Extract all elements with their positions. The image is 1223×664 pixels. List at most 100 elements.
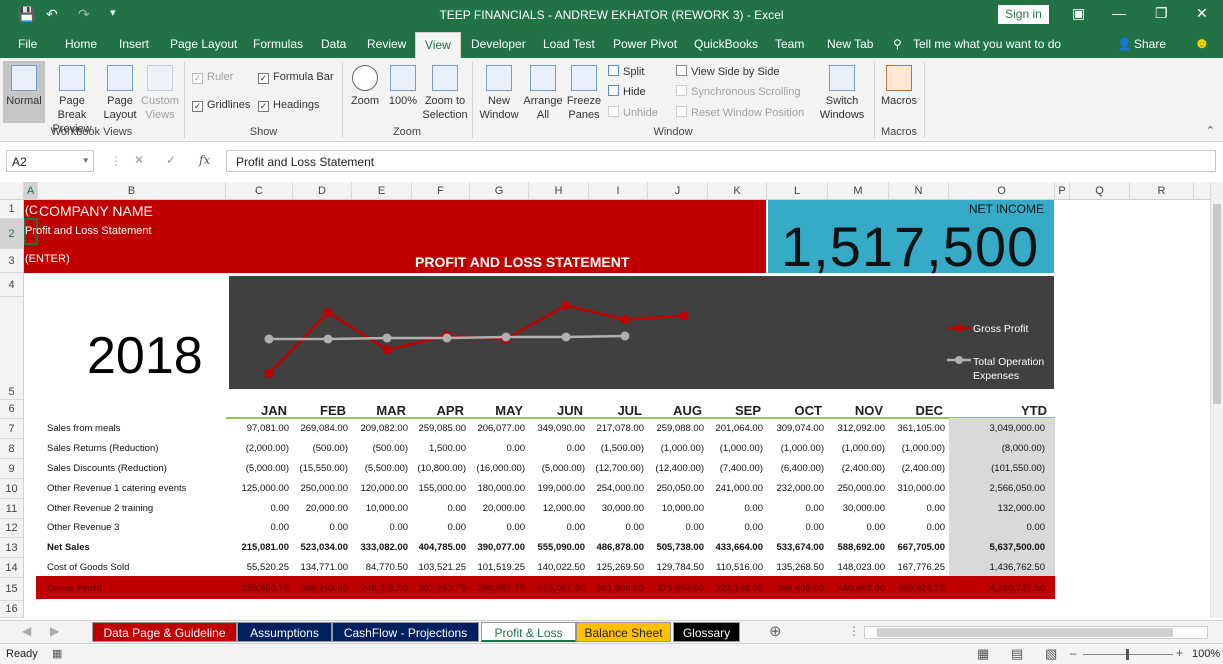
- page-layout-icon[interactable]: ▤: [1011, 646, 1023, 662]
- gross-profit-cell[interactable]: 248,311.50: [352, 583, 408, 594]
- value-cell[interactable]: 0.00: [529, 443, 586, 454]
- insert-function-icon[interactable]: fx: [199, 153, 210, 167]
- month-header-oct[interactable]: OCT: [767, 403, 822, 418]
- row-label[interactable]: Net Sales: [47, 542, 90, 553]
- value-cell[interactable]: (2,400.00): [889, 463, 945, 474]
- value-cell[interactable]: 30,000.00: [828, 503, 885, 514]
- freeze-panes-button[interactable]: Freeze Panes: [565, 65, 603, 122]
- tab-file[interactable]: File: [18, 37, 37, 51]
- row-header[interactable]: 12: [0, 519, 23, 538]
- value-cell[interactable]: 20,000.00: [293, 503, 348, 514]
- column-header[interactable]: G: [470, 182, 529, 200]
- month-header-sep[interactable]: SEP: [708, 403, 761, 418]
- ytd-cell[interactable]: 0.00: [949, 522, 1046, 533]
- value-cell[interactable]: 0.00: [293, 522, 349, 533]
- row-header[interactable]: 9: [0, 459, 23, 479]
- value-cell[interactable]: 12,000.00: [529, 503, 585, 514]
- page-layout-view-button[interactable]: Page Layout: [102, 65, 138, 122]
- row-label[interactable]: Other Revenue 2 training: [47, 503, 153, 514]
- new-window-button[interactable]: New Window: [477, 65, 521, 122]
- row-header[interactable]: 15: [0, 578, 23, 601]
- row-header[interactable]: 1: [0, 200, 23, 219]
- column-header[interactable]: H: [529, 182, 589, 200]
- tab-load-test[interactable]: Load Test: [543, 37, 595, 51]
- value-cell[interactable]: 259,088.00: [648, 423, 704, 434]
- value-cell[interactable]: 0.00: [708, 522, 764, 533]
- value-cell[interactable]: 155,000.00: [412, 483, 466, 494]
- gross-profit-cell[interactable]: 323,148.00: [708, 583, 763, 594]
- zoom-level[interactable]: 100%: [1192, 648, 1220, 660]
- value-cell[interactable]: 120,000.00: [352, 483, 408, 494]
- ytd-cell[interactable]: 2,566,050.00: [949, 483, 1045, 494]
- gross-profit-cell[interactable]: 440,669.00: [828, 583, 885, 594]
- value-cell[interactable]: 259,085.00: [412, 423, 466, 434]
- row-header[interactable]: 16: [0, 601, 23, 618]
- normal-view-icon[interactable]: ▦: [977, 646, 989, 662]
- value-cell[interactable]: 0.00: [589, 522, 645, 533]
- gross-profit-cell[interactable]: 415,067.50: [529, 583, 585, 594]
- value-cell[interactable]: 555,090.00: [529, 542, 585, 553]
- value-cell[interactable]: 140,022.50: [529, 562, 585, 573]
- value-cell[interactable]: 103,521.25: [412, 562, 466, 573]
- value-cell[interactable]: (5,000.00): [529, 463, 585, 474]
- row-header[interactable]: 3: [0, 249, 23, 273]
- name-box[interactable]: A2 ▾: [6, 150, 94, 172]
- formula-bar-checkbox[interactable]: ✓ Formula Bar: [258, 71, 334, 84]
- value-cell[interactable]: 30,000.00: [589, 503, 644, 514]
- company-name[interactable]: COMPANY NAME: [39, 203, 153, 219]
- value-cell[interactable]: 180,000.00: [470, 483, 525, 494]
- column-header[interactable]: Q: [1070, 182, 1130, 200]
- value-cell[interactable]: 125,000.00: [226, 483, 289, 494]
- ribbon-display-icon[interactable]: ▣: [1072, 5, 1085, 22]
- reset-window-position-button[interactable]: Reset Window Position: [676, 106, 804, 119]
- hscroll-thumb[interactable]: [877, 628, 1173, 637]
- value-cell[interactable]: 0.00: [352, 522, 409, 533]
- tab-power-pivot[interactable]: Power Pivot: [613, 37, 677, 51]
- close-icon[interactable]: ✕: [1196, 5, 1208, 22]
- gross-profit-cell[interactable]: 388,263.00: [293, 583, 348, 594]
- gross-profit-cell[interactable]: 398,405.50: [767, 583, 824, 594]
- row-header[interactable]: 11: [0, 499, 23, 519]
- value-cell[interactable]: (1,000.00): [708, 443, 763, 454]
- scroll-thumb[interactable]: [1213, 204, 1221, 404]
- value-cell[interactable]: 390,077.00: [470, 542, 525, 553]
- tab-insert[interactable]: Insert: [119, 37, 149, 51]
- value-cell[interactable]: 241,000.00: [708, 483, 763, 494]
- split-button[interactable]: Split: [608, 65, 644, 78]
- value-cell[interactable]: 250,050.00: [648, 483, 704, 494]
- value-cell[interactable]: (1,000.00): [648, 443, 704, 454]
- value-cell[interactable]: (1,000.00): [828, 443, 885, 454]
- vertical-scrollbar[interactable]: [1210, 182, 1223, 618]
- value-cell[interactable]: 667,705.00: [889, 542, 945, 553]
- macros-button[interactable]: Macros: [878, 65, 920, 108]
- collapse-ribbon-icon[interactable]: ⌃: [1206, 124, 1215, 137]
- value-cell[interactable]: 10,000.00: [648, 503, 704, 514]
- ytd-cell[interactable]: 132,000.00: [949, 503, 1045, 514]
- gross-profit-ytd[interactable]: 4,200,737.50: [949, 583, 1045, 594]
- zoom-selection-button[interactable]: Zoom to Selection: [422, 65, 468, 122]
- value-cell[interactable]: (5,000.00): [226, 463, 289, 474]
- value-cell[interactable]: 167,776.25: [889, 562, 945, 573]
- column-header[interactable]: P: [1055, 182, 1070, 200]
- value-cell[interactable]: 0.00: [226, 503, 290, 514]
- month-header-jan[interactable]: JAN: [226, 403, 287, 418]
- value-cell[interactable]: 135,268.50: [767, 562, 824, 573]
- value-cell[interactable]: (5,500.00): [352, 463, 408, 474]
- value-cell[interactable]: 217,078.00: [589, 423, 644, 434]
- column-header[interactable]: R: [1130, 182, 1194, 200]
- gross-profit-cell[interactable]: 301,263.75: [412, 583, 466, 594]
- column-header[interactable]: B: [38, 182, 226, 200]
- row-header[interactable]: 13: [0, 538, 23, 558]
- zoom-button[interactable]: Zoom: [347, 65, 383, 108]
- gross-profit-cell[interactable]: 361,608.50: [589, 583, 644, 594]
- value-cell[interactable]: (2,400.00): [828, 463, 885, 474]
- value-cell[interactable]: 269,084.00: [293, 423, 348, 434]
- value-cell[interactable]: 486,878.00: [589, 542, 644, 553]
- row-header[interactable]: 14: [0, 558, 23, 578]
- row-header[interactable]: 4: [0, 273, 23, 297]
- month-header-may[interactable]: MAY: [470, 403, 523, 418]
- value-cell[interactable]: 97,081.00: [226, 423, 289, 434]
- formula-input[interactable]: Profit and Loss Statement: [226, 150, 1216, 172]
- value-cell[interactable]: 433,664.00: [708, 542, 763, 553]
- enter-icon[interactable]: ✓: [166, 153, 176, 167]
